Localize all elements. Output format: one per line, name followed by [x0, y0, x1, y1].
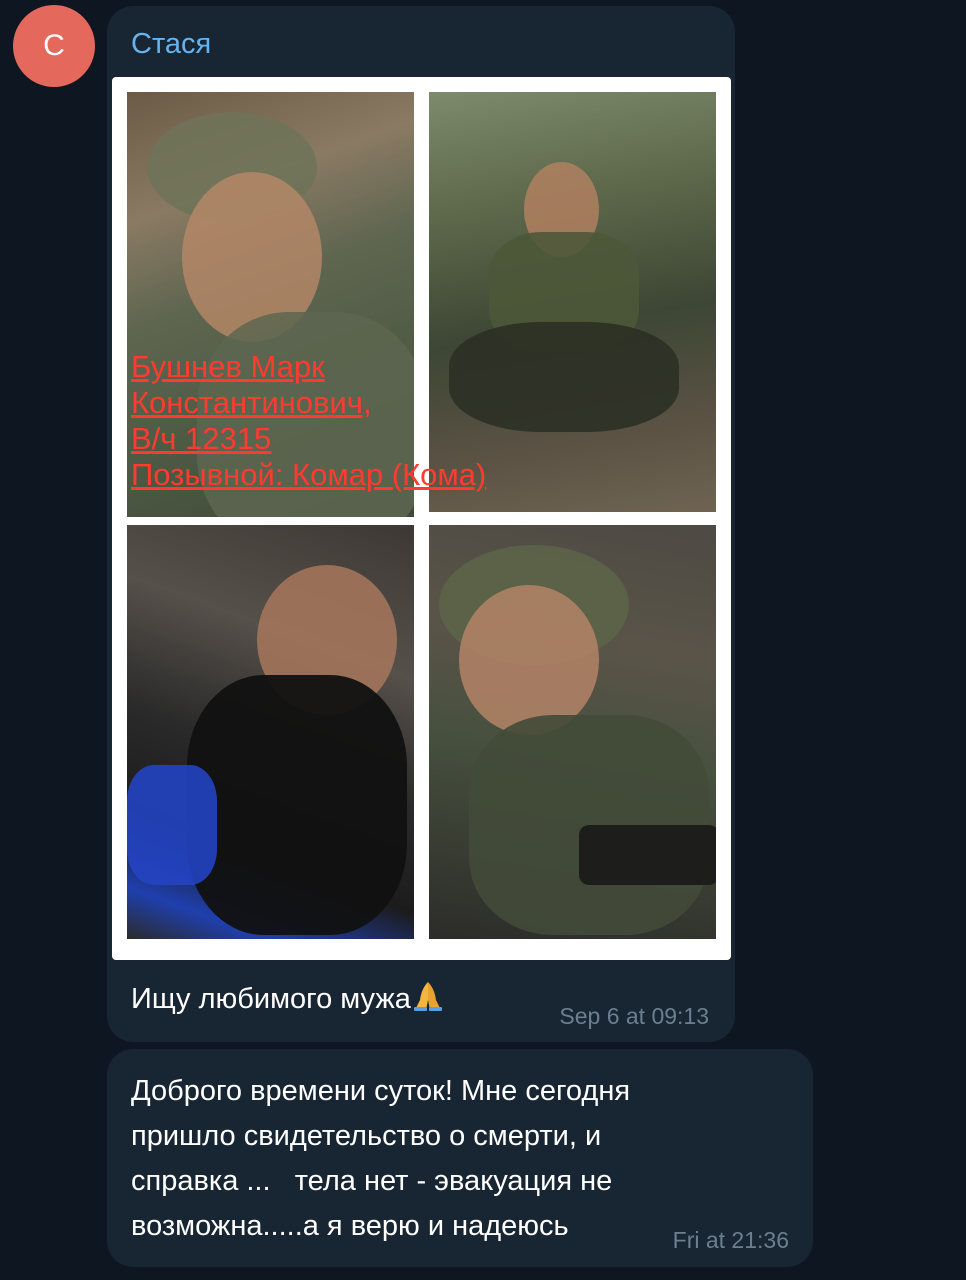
photo-caption: Ищу любимого мужа: [131, 980, 445, 1016]
photo-collage[interactable]: Бушнев Марк Константинович, В/ч 12315 По…: [112, 77, 731, 960]
chat-view: С Стася Бушнев Марк Константинович, В/ч …: [0, 0, 966, 1280]
message-bubble-photo[interactable]: Стася Бушнев Марк Константинович, В/ч 12…: [107, 6, 735, 1042]
message-text: Доброго времени суток! Мне сегодня пришл…: [131, 1069, 771, 1249]
message-line: Доброго времени суток! Мне сегодня: [131, 1075, 631, 1107]
rifle-shape: [579, 825, 716, 885]
overlay-line: Позывной: Комар (Кома): [131, 457, 487, 492]
body-shape: [187, 675, 407, 935]
overlay-line: Бушнев Марк: [131, 349, 325, 384]
photo-bottom-left: [127, 525, 414, 939]
avatar-letter: С: [43, 29, 65, 62]
overlay-line: Константинович,: [131, 385, 372, 420]
face-shape: [459, 585, 599, 735]
overlay-line: В/ч 12315: [131, 421, 272, 456]
sender-name[interactable]: Стася: [131, 28, 211, 61]
message-timestamp: Sep 6 at 09:13: [559, 1003, 709, 1029]
message-bubble-text[interactable]: Доброго времени суток! Мне сегодня пришл…: [107, 1049, 813, 1267]
message-line: справка ... тела нет - эвакуация не: [131, 1165, 613, 1197]
photo-bottom-right: [429, 525, 716, 939]
caption-text: Ищу любимого мужа: [131, 983, 411, 1015]
avatar[interactable]: С: [13, 5, 95, 87]
folded-hands-icon: [411, 980, 445, 1015]
shorts-shape: [127, 765, 217, 885]
message-line: пришло свидетельство о смерти, и: [131, 1120, 602, 1152]
photo-overlay-text: Бушнев Марк Константинович, В/ч 12315 По…: [131, 349, 486, 493]
message-timestamp: Fri at 21:36: [672, 1227, 789, 1253]
